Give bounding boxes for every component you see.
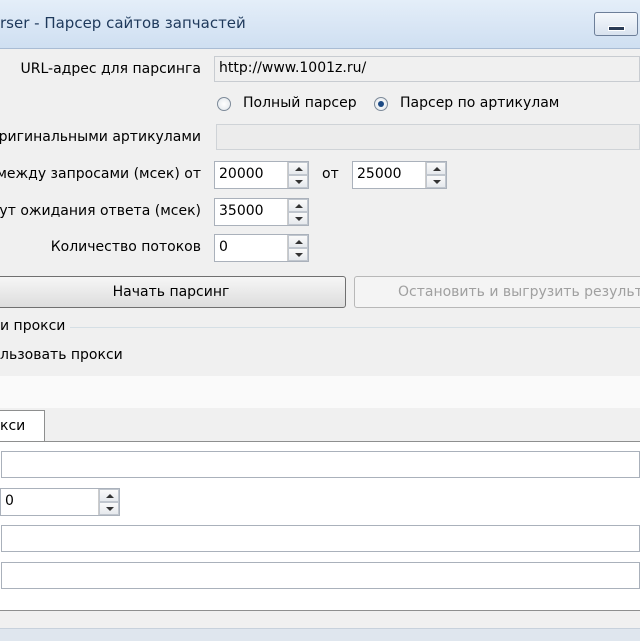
original-articles-label: ригинальными артикулами [0,129,201,145]
arrow-down-icon [295,253,303,257]
delay-from-down-button[interactable] [288,175,308,188]
delay-from-up-button[interactable] [288,162,308,175]
timeout-label: аут ожидания ответа (мсек) [0,203,201,219]
url-label: URL-адрес для парсинга [20,61,202,77]
proxy-field-3[interactable] [1,562,640,589]
arrow-up-icon [295,167,303,171]
arrow-down-icon [295,217,303,221]
radio-articles-parser[interactable] [374,97,388,111]
threads-stepper[interactable]: 0 [214,234,309,262]
timeout-up-button[interactable] [288,199,308,212]
arrow-down-icon [106,507,114,511]
threads-label: Количество потоков [50,239,201,255]
threads-up-button[interactable] [288,235,308,248]
arrow-down-icon [295,180,303,184]
threads-down-button[interactable] [288,248,308,261]
tab-proxy-label: кси [0,418,26,434]
delay-from-value: 20000 [219,166,264,182]
window-title: rser - Парсер сайтов запчастей [0,14,246,32]
use-proxy-label[interactable]: льзовать прокси [0,347,123,363]
arrow-down-icon [433,180,441,184]
status-strip [0,628,640,641]
radio-articles-parser-label: Парсер по артикулам [400,95,560,111]
delay-to-label: от [322,166,339,182]
original-articles-field[interactable] [216,124,640,150]
proxy-field-2[interactable] [1,525,640,552]
group-divider [70,327,640,328]
url-field[interactable]: http://www.1001z.ru/ [214,56,640,82]
delay-label: между запросами (мсек) от [0,166,201,182]
arrow-up-icon [295,204,303,208]
arrow-up-icon [295,240,303,244]
arrow-up-icon [433,167,441,171]
threads-value: 0 [219,239,228,255]
start-parsing-button[interactable]: Начать парсинг [0,276,346,308]
timeout-value: 35000 [219,203,264,219]
tab-proxy[interactable]: кси [0,410,45,442]
proxy-field-1[interactable] [1,451,640,478]
timeout-stepper[interactable]: 35000 [214,198,309,226]
delay-to-up-button[interactable] [426,162,446,175]
delay-to-value: 25000 [357,166,402,182]
minimize-icon [608,26,625,31]
arrow-up-icon [106,494,114,498]
proxy-port-down-button[interactable] [99,502,119,515]
minimize-button[interactable] [594,12,638,36]
proxy-port-up-button[interactable] [99,489,119,502]
delay-to-down-button[interactable] [426,175,446,188]
stop-and-export-button[interactable]: Остановить и выгрузить результа [354,276,640,308]
delay-from-stepper[interactable]: 20000 [214,161,309,189]
delay-to-stepper[interactable]: 25000 [352,161,447,189]
proxy-port-value: 0 [5,493,14,509]
radio-full-parser[interactable] [217,97,231,111]
proxy-port-stepper[interactable]: 0 [0,488,120,516]
title-bar: rser - Парсер сайтов запчастей [0,0,640,49]
proxy-group-label: и прокси [0,318,66,334]
timeout-down-button[interactable] [288,212,308,225]
proxy-panel-strip [0,376,640,408]
radio-full-parser-label: Полный парсер [243,95,357,111]
